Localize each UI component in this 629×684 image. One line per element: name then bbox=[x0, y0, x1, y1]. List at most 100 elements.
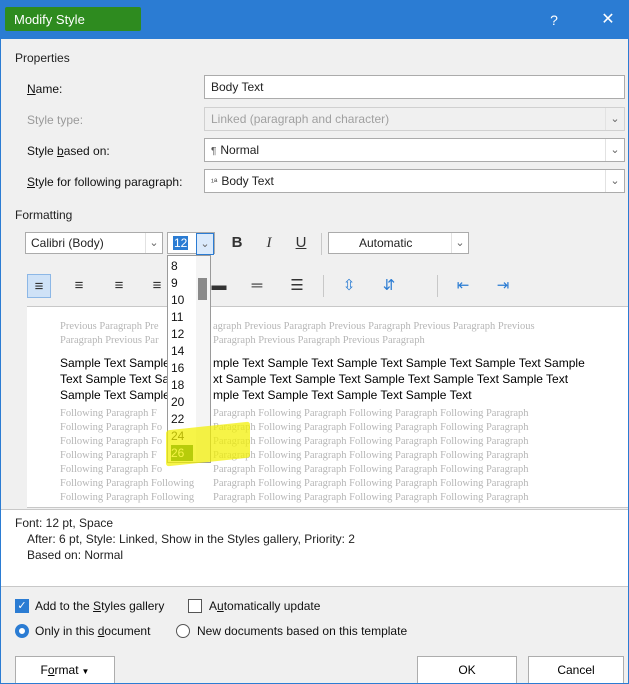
preview-following-left: Following Paragraph Fo bbox=[60, 422, 163, 433]
align-left-icon: ≡ bbox=[34, 278, 44, 295]
justify-button[interactable]: ≡ bbox=[145, 274, 169, 298]
color-select[interactable]: Automatic ⌄ bbox=[328, 232, 469, 254]
name-label: Name: bbox=[27, 82, 63, 96]
size-option[interactable]: 8 bbox=[171, 258, 193, 274]
color-value: Automatic bbox=[359, 236, 413, 250]
chevron-down-icon[interactable]: ⌄ bbox=[196, 233, 214, 255]
one-half-spacing-icon: ═ bbox=[251, 277, 263, 294]
preview-following-right: Paragraph Following Paragraph Following … bbox=[213, 436, 529, 447]
preview-following-right: Paragraph Following Paragraph Following … bbox=[213, 408, 529, 419]
only-this-document-radio[interactable] bbox=[15, 624, 29, 638]
style-type-select: Linked (paragraph and character) ⌄ bbox=[204, 107, 625, 131]
preview-sample-right: mple Text Sample Text Sample Text Sample… bbox=[213, 388, 472, 402]
modify-style-dialog: Modify Style ? ✕ Properties Name: Body T… bbox=[0, 0, 629, 684]
align-left-button[interactable]: ≡ bbox=[27, 274, 51, 298]
font-select[interactable]: Calibri (Body) ⌄ bbox=[25, 232, 163, 254]
toolbar-separator bbox=[321, 233, 322, 255]
preview-following-right: Paragraph Following Paragraph Following … bbox=[213, 492, 529, 503]
preview-sample-left: Text Sample Text Sa bbox=[60, 372, 170, 386]
based-on-value: Normal bbox=[220, 143, 260, 157]
style-type-value: Linked (paragraph and character) bbox=[211, 112, 390, 126]
preview-following-left: Following Paragraph Following bbox=[60, 478, 195, 489]
preview-following-right: Paragraph Following Paragraph Following … bbox=[213, 478, 529, 489]
following-select[interactable]: ¹ª Body Text ⌄ bbox=[204, 169, 625, 193]
align-center-button[interactable]: ≡ bbox=[67, 274, 91, 298]
name-field[interactable]: Body Text bbox=[204, 75, 625, 99]
preview-following-left: Following Paragraph Fo bbox=[60, 436, 163, 447]
size-option[interactable]: 14 bbox=[171, 343, 193, 359]
toolbar-separator bbox=[323, 275, 324, 297]
preview-following-left: Following Paragraph Fo bbox=[60, 464, 163, 475]
decrease-indent-button[interactable]: ⇤ bbox=[451, 274, 475, 298]
align-right-button[interactable]: ≡ bbox=[107, 274, 131, 298]
only-this-document-label: Only in this document bbox=[35, 624, 151, 638]
bold-button[interactable]: B bbox=[225, 231, 249, 255]
title-bar: Modify Style ? ✕ bbox=[1, 1, 628, 39]
preview-following-right: Paragraph Following Paragraph Following … bbox=[213, 450, 529, 461]
size-option[interactable]: 9 bbox=[171, 275, 193, 291]
following-value: Body Text bbox=[221, 174, 274, 188]
size-option[interactable]: 18 bbox=[171, 377, 193, 393]
spacing-decrease-icon: ⇵ bbox=[382, 277, 396, 294]
formatting-section-label: Formatting bbox=[15, 208, 73, 222]
style-description: Font: 12 pt, Space After: 6 pt, Style: L… bbox=[1, 509, 628, 587]
size-option[interactable]: 22 bbox=[171, 411, 193, 427]
linked-style-icon: ¹ª bbox=[211, 177, 218, 187]
help-button[interactable]: ? bbox=[541, 9, 567, 31]
preview-previous-right: agraph Previous Paragraph Previous Parag… bbox=[213, 321, 535, 332]
preview-following-right: Paragraph Following Paragraph Following … bbox=[213, 422, 529, 433]
spacing-increase-icon: ⇳ bbox=[342, 277, 356, 294]
description-line: Font: 12 pt, Space bbox=[15, 516, 114, 530]
size-option[interactable]: 20 bbox=[171, 394, 193, 410]
preview-sample-right: xt Sample Text Sample Text Sample Text S… bbox=[213, 372, 569, 386]
dialog-title: Modify Style bbox=[14, 12, 85, 27]
chevron-down-icon[interactable]: ⌄ bbox=[451, 233, 468, 253]
pilcrow-icon: ¶ bbox=[211, 146, 217, 157]
justify-icon: ≡ bbox=[152, 277, 162, 294]
add-to-gallery-checkbox[interactable]: ✓ bbox=[15, 599, 29, 613]
size-option[interactable]: 16 bbox=[171, 360, 193, 376]
cancel-button[interactable]: Cancel bbox=[528, 656, 624, 683]
chevron-down-icon[interactable]: ⌄ bbox=[605, 139, 624, 161]
align-right-icon: ≡ bbox=[114, 277, 124, 294]
underline-button[interactable]: U bbox=[289, 231, 313, 255]
size-option[interactable]: 12 bbox=[171, 326, 193, 342]
size-value: 12 bbox=[173, 236, 189, 250]
new-documents-radio[interactable] bbox=[176, 624, 190, 638]
style-preview: Previous Paragraph Pre Paragraph Previou… bbox=[27, 306, 628, 508]
preview-following-left: Following Paragraph F bbox=[60, 408, 157, 419]
italic-button[interactable]: I bbox=[257, 231, 281, 255]
description-line: After: 6 pt, Style: Linked, Show in the … bbox=[27, 532, 355, 546]
format-button[interactable]: Format ▼ bbox=[15, 656, 115, 683]
align-center-icon: ≡ bbox=[74, 277, 84, 294]
size-select[interactable]: 12 ⌄ bbox=[167, 232, 215, 255]
outdent-icon: ⇤ bbox=[456, 277, 470, 294]
preview-sample-right: mple Text Sample Text Sample Text Sample… bbox=[213, 356, 585, 370]
size-option[interactable]: 11 bbox=[171, 309, 193, 325]
chevron-down-icon[interactable]: ⌄ bbox=[605, 170, 624, 192]
style-type-label: Style type: bbox=[27, 113, 84, 127]
double-spacing-icon: ☰ bbox=[290, 277, 304, 294]
increase-indent-button[interactable]: ⇥ bbox=[491, 274, 515, 298]
decrease-paragraph-spacing-button[interactable]: ⇵ bbox=[377, 274, 401, 298]
preview-sample-left: Sample Text Sample bbox=[60, 388, 170, 402]
preview-previous-left: Paragraph Previous Par bbox=[60, 335, 159, 346]
size-list-scroll-thumb[interactable] bbox=[198, 278, 207, 300]
font-value: Calibri (Body) bbox=[31, 236, 104, 250]
close-button[interactable]: ✕ bbox=[595, 9, 621, 31]
indent-icon: ⇥ bbox=[496, 277, 510, 294]
size-option[interactable]: 10 bbox=[171, 292, 193, 308]
new-documents-label: New documents based on this template bbox=[197, 624, 408, 638]
preview-following-right: Paragraph Following Paragraph Following … bbox=[213, 464, 529, 475]
preview-previous-right: Paragraph Previous Paragraph Previous Pa… bbox=[213, 335, 425, 346]
auto-update-label: Automatically update bbox=[209, 599, 321, 613]
preview-following-left: Following Paragraph Following bbox=[60, 492, 195, 503]
one-half-spacing-button[interactable]: ═ bbox=[245, 274, 269, 298]
chevron-down-icon[interactable]: ⌄ bbox=[145, 233, 162, 253]
increase-paragraph-spacing-button[interactable]: ⇳ bbox=[337, 274, 361, 298]
ok-button[interactable]: OK bbox=[417, 656, 517, 683]
auto-update-checkbox[interactable] bbox=[188, 599, 202, 613]
based-on-label: Style based on: bbox=[27, 144, 110, 158]
based-on-select[interactable]: ¶ Normal ⌄ bbox=[204, 138, 625, 162]
double-spacing-button[interactable]: ☰ bbox=[285, 274, 309, 298]
